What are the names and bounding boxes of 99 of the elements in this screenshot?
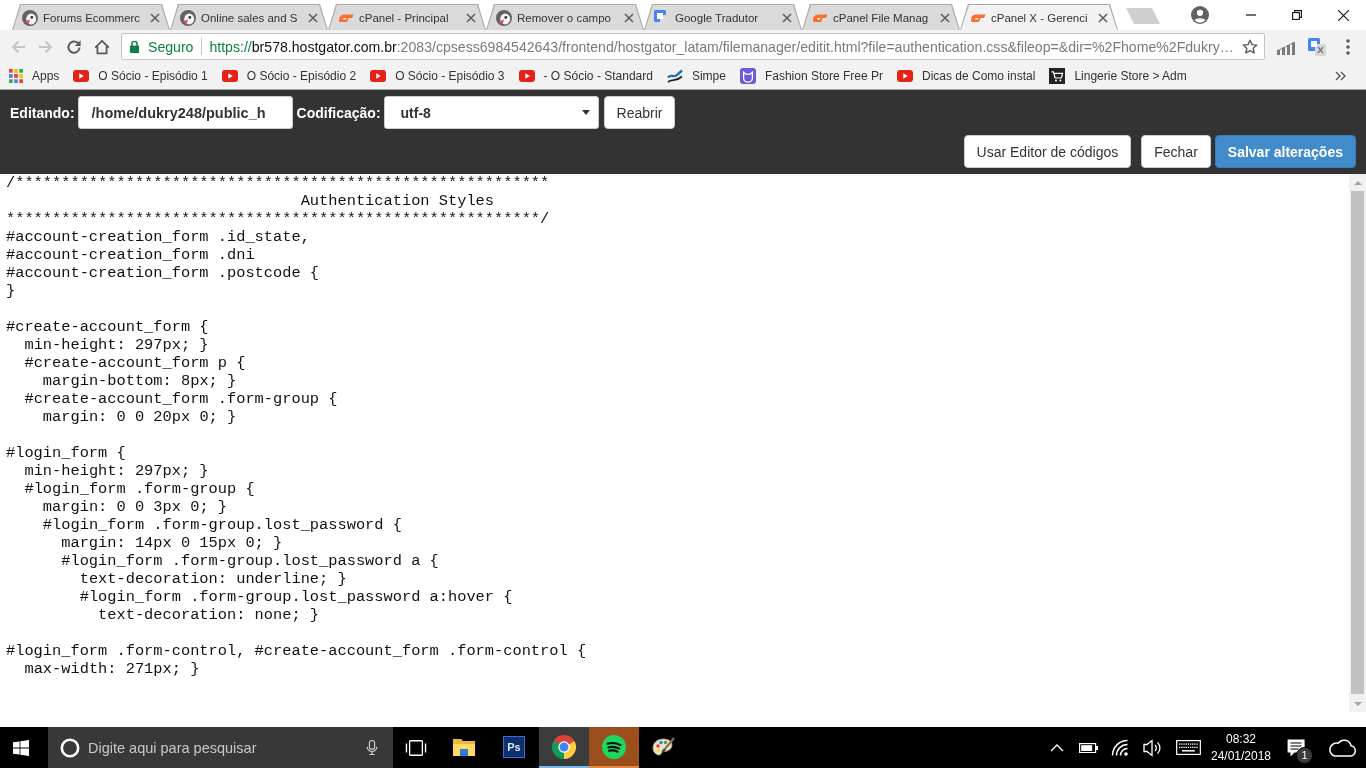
bookmark-item[interactable]: Simpe — [660, 64, 732, 88]
profile-icon[interactable] — [1191, 6, 1209, 24]
path-label: Editando: — [10, 104, 75, 121]
apps-grid-icon — [9, 69, 23, 83]
reload-icon[interactable] — [66, 38, 82, 55]
cat-logo-icon — [739, 68, 756, 84]
squares-logo-icon[interactable] — [1307, 37, 1326, 56]
play-icon — [897, 70, 913, 82]
scrollbar-thumb[interactable] — [1351, 191, 1364, 694]
search-field[interactable]: Digite aqui para pesquisar — [88, 735, 357, 760]
code-line: #login_form .form-group.lost_password a { — [61, 552, 439, 570]
code-line: #create-account_form p { — [24, 354, 246, 372]
code-line: Authentication Styles — [300, 192, 495, 210]
bookmark-item[interactable]: O Sócio - Episódio 1 — [67, 64, 214, 88]
code-line: margin: 0 0 20px 0; } — [42, 408, 237, 426]
close-icon[interactable] — [1337, 9, 1349, 21]
star-icon[interactable] — [1242, 38, 1258, 55]
code-line: #login_form { — [6, 444, 126, 462]
code-line: margin-bottom: 8px; } — [42, 372, 237, 390]
path-field[interactable]: /home/dukry248/public_h — [77, 96, 293, 129]
tab[interactable]: Remover o campo — [486, 4, 644, 30]
palette-icon — [652, 736, 676, 757]
url-text[interactable]: https://br578.hostgator.com.br:2083/cpsess6984542643/frontend/hostgator_latam/filemanager/editit.html?file=authentication.css&fileop=&dir=%2Fhome%2Fdukry… — [209, 38, 1234, 55]
bookmark-item[interactable]: Lingerie Store > Adm — [1043, 64, 1193, 88]
scrollbar[interactable] — [1349, 174, 1366, 712]
code-line: margin: 14px 0 15px 0; } — [61, 534, 283, 552]
taskbar-button[interactable]: Ps — [489, 727, 539, 768]
task-view-icon[interactable] — [405, 737, 427, 758]
play-icon — [518, 70, 535, 82]
bookmark-item[interactable]: O Sócio - Episódio 2 — [215, 64, 363, 88]
cloud-icon[interactable] — [1327, 737, 1357, 758]
tab[interactable]: cPanel - Principal — [328, 4, 486, 30]
wifi-icon[interactable] — [1111, 738, 1129, 757]
bookmark-item[interactable]: Apps — [3, 64, 66, 88]
code-line: /********************************************************** — [6, 174, 550, 192]
home-icon[interactable] — [94, 38, 110, 55]
reopen-button[interactable]: Reabrir — [603, 96, 676, 129]
code-line: min-height: 297px; } — [24, 462, 209, 480]
caret-icon — [581, 110, 590, 115]
address-bar[interactable]: Seguro https://br578.hostgator.com.br:2083/cpsess6984542643/frontend/hostgator_latam/filemanager/editit.html?file=authentication.css&fileop=&dir=%2Fhome%2Fdukry… — [121, 33, 1265, 60]
logo-tile: Ps — [503, 735, 525, 758]
lock-icon — [129, 40, 140, 53]
code-line: #login_form .form-group.lost_password { — [42, 516, 402, 534]
bookmark-item[interactable]: - O Sócio - Standard — [512, 64, 659, 88]
folder-icon — [452, 736, 476, 757]
bookmark-item[interactable]: Dicas de Como instal — [891, 64, 1042, 88]
toolbar-button[interactable]: Fechar — [1141, 135, 1211, 168]
encoding-label: Codificação: — [296, 104, 381, 121]
search-box[interactable]: Digite aqui para pesquisar — [48, 727, 393, 768]
bird-logo-icon — [180, 9, 196, 26]
security-label: Seguro — [148, 38, 194, 55]
chevron-double-icon[interactable] — [1335, 71, 1346, 81]
volume-icon[interactable] — [1143, 737, 1161, 758]
code-line: #login_form .form-control, #create-account_form .form-control { — [6, 642, 587, 660]
restore-icon[interactable] — [1292, 10, 1302, 20]
taskbar-button[interactable] — [539, 727, 589, 768]
code-line: #account-creation_form .id_state, — [6, 228, 310, 246]
code-line: #login_form .form-group.lost_password a:hover { — [79, 588, 513, 606]
code-line: **********************************************************/ — [6, 210, 550, 228]
bird-logo-icon — [496, 9, 512, 26]
tab[interactable]: cPanel X - Gerenci — [960, 4, 1118, 30]
keyboard-icon[interactable] — [1175, 740, 1201, 755]
code-line: max-width: 271px; } — [24, 660, 200, 678]
microphone-icon[interactable] — [365, 739, 379, 756]
tab[interactable]: Online sales and S — [170, 4, 328, 30]
code-line: #login_form .form-group { — [24, 480, 255, 498]
play-icon — [370, 70, 387, 82]
waves-logo-icon — [602, 734, 626, 759]
bookmark-item[interactable]: Fashion Store Free Pr — [733, 64, 889, 88]
battery-icon[interactable] — [1078, 742, 1098, 753]
code-line: min-height: 297px; } — [24, 336, 209, 354]
code-line: #account-creation_form .dni — [6, 246, 255, 264]
clock-time: 08:32 — [1226, 730, 1256, 748]
play-icon — [73, 70, 90, 82]
cart-icon — [1049, 68, 1066, 84]
browser-logo-icon — [552, 734, 576, 759]
menu-icon[interactable] — [1345, 38, 1350, 55]
windows-logo-icon[interactable] — [13, 739, 29, 756]
code-line: #account-creation_form .postcode { — [6, 264, 320, 282]
encoding-select[interactable]: utf-8 — [383, 96, 599, 129]
chevron-up-icon[interactable] — [1050, 742, 1064, 753]
code-line: text-decoration: underline; } — [79, 570, 347, 588]
wave-logo-icon — [666, 68, 683, 84]
code-line: #create-account_form .form-group { — [24, 390, 338, 408]
toolbar-button[interactable]: Usar Editor de códigos — [963, 135, 1132, 168]
play-icon — [221, 70, 238, 82]
taskbar-button[interactable] — [589, 727, 639, 768]
code-line: text-decoration: none; } — [98, 606, 320, 624]
tab[interactable]: Google Tradutor — [644, 4, 802, 30]
ring-icon — [60, 737, 80, 758]
code-line: #create-account_form { — [6, 318, 209, 336]
code-line: margin: 0 0 3px 0; } — [42, 498, 227, 516]
bird-logo-icon — [22, 9, 38, 26]
tab[interactable]: cPanel File Manag — [802, 4, 960, 30]
clock-date: 24/01/2018 — [1210, 747, 1272, 765]
bookmark-item[interactable]: O Sócio - Episódio 3 — [364, 64, 511, 88]
primary-button[interactable]: Salvar alterações — [1214, 135, 1356, 168]
tab[interactable]: Forums Ecommerc — [12, 4, 170, 30]
code-line: } — [6, 282, 16, 300]
